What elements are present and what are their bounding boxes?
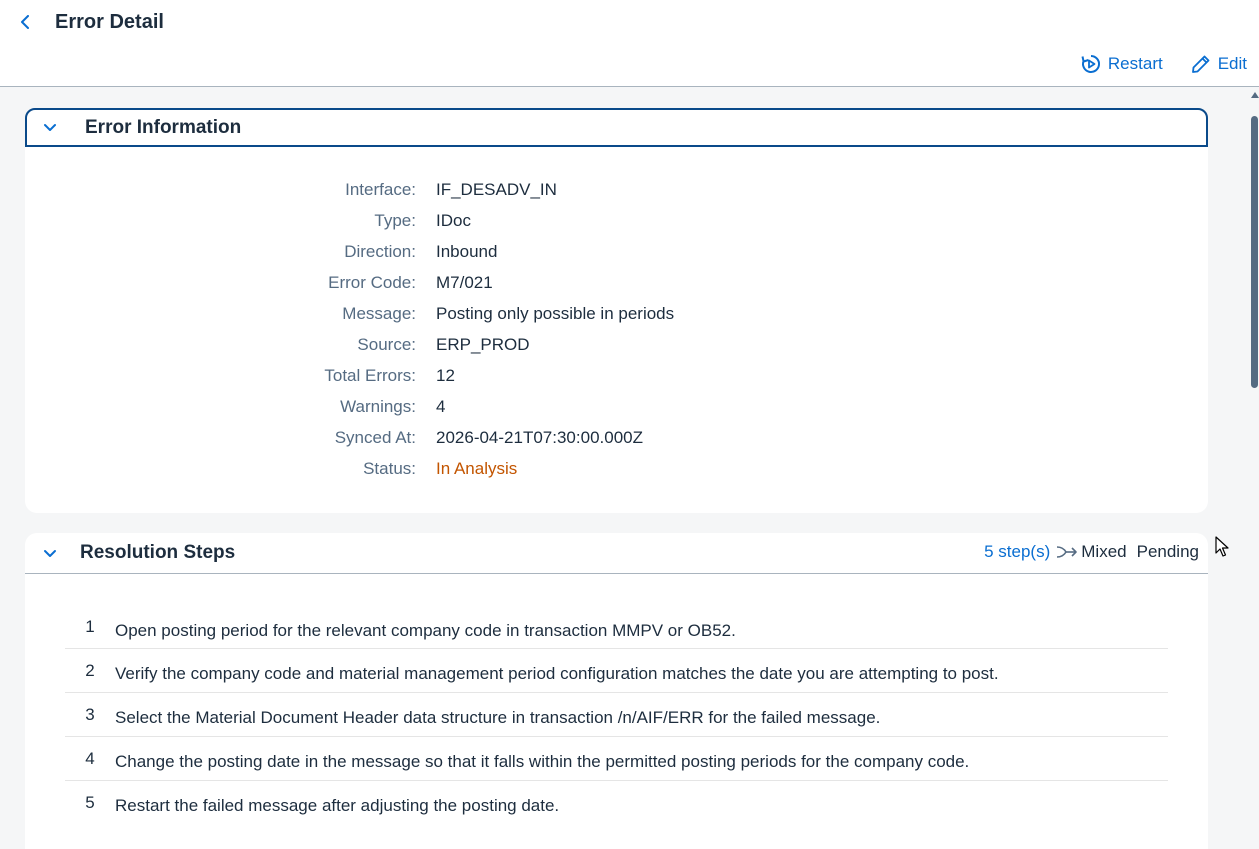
step-text: Select the Material Document Header data…	[115, 708, 881, 727]
field-label: Message:	[342, 304, 416, 323]
field-value: 12	[436, 366, 455, 385]
field-source: Source: ERP_PROD	[25, 335, 725, 366]
field-value: 4	[436, 397, 446, 416]
field-value: IF_DESADV_IN	[436, 180, 557, 199]
resolution-steps-panel: Resolution Steps 5 step(s) Mixed Pending…	[25, 533, 1208, 849]
resolution-steps-header[interactable]: Resolution Steps 5 step(s) Mixed Pending	[25, 533, 1208, 574]
field-label: Source:	[357, 335, 416, 354]
back-button[interactable]	[14, 10, 38, 34]
edit-button[interactable]: Edit	[1191, 54, 1247, 74]
mixed-label: Mixed	[1081, 542, 1127, 561]
field-value: ERP_PROD	[436, 335, 530, 354]
restart-label: Restart	[1107, 54, 1163, 73]
mixed-indicator: Mixed	[1056, 542, 1127, 562]
restart-button[interactable]: Restart	[1081, 54, 1163, 74]
field-value: 2026-04-21T07:30:00.000Z	[436, 428, 643, 447]
vertical-scrollbar[interactable]	[1250, 92, 1259, 849]
header-actions: Restart Edit	[1081, 54, 1247, 74]
page-header: Error Detail Restart Edit	[0, 0, 1259, 87]
step-text: Verify the company code and material man…	[115, 664, 999, 683]
page-content: Error Information Interface: IF_DESADV_I…	[0, 88, 1259, 849]
chevron-down-icon[interactable]	[41, 119, 59, 137]
scroll-up-arrow[interactable]	[1251, 92, 1259, 98]
field-synced-at: Synced At: 2026-04-21T07:30:00.000Z	[25, 428, 725, 459]
step-count-link[interactable]: 5 step(s)	[984, 542, 1050, 562]
field-error-code: Error Code: M7/021	[25, 273, 725, 304]
scrollbar-thumb[interactable]	[1251, 116, 1258, 388]
field-label: Interface:	[345, 180, 416, 199]
step-text: Change the posting date in the message s…	[115, 752, 970, 771]
field-value: IDoc	[436, 211, 471, 230]
resolution-steps-title: Resolution Steps	[80, 542, 236, 563]
step-number: 1	[85, 617, 95, 636]
step-text: Restart the failed message after adjusti…	[115, 796, 560, 815]
error-information-header[interactable]: Error Information	[25, 108, 1208, 147]
field-label: Total Errors:	[324, 366, 416, 385]
edit-label: Edit	[1217, 54, 1247, 73]
list-item: 4 Change the posting date in the message…	[65, 737, 1168, 781]
field-label: Error Code:	[328, 273, 416, 292]
step-number: 4	[85, 749, 95, 768]
field-status: Status: In Analysis	[25, 459, 725, 490]
field-label: Direction:	[344, 242, 416, 261]
pending-status: Pending	[1136, 542, 1199, 561]
field-label: Status:	[363, 459, 416, 478]
list-item: 2 Verify the company code and material m…	[65, 649, 1168, 693]
field-value: M7/021	[436, 273, 493, 292]
error-information-panel: Error Information Interface: IF_DESADV_I…	[25, 108, 1208, 513]
error-information-title: Error Information	[85, 117, 242, 138]
field-label: Synced At:	[334, 428, 416, 447]
step-number: 2	[85, 661, 95, 680]
field-type: Type: IDoc	[25, 211, 725, 242]
field-message: Message: Posting only possible in period…	[25, 304, 725, 335]
field-interface: Interface: IF_DESADV_IN	[25, 180, 725, 211]
list-item: 1 Open posting period for the relevant c…	[65, 605, 1168, 649]
step-number: 5	[85, 793, 95, 812]
list-item: 5 Restart the failed message after adjus…	[65, 781, 1168, 825]
field-direction: Direction: Inbound	[25, 242, 725, 273]
field-warnings: Warnings: 4	[25, 397, 725, 428]
step-text: Open posting period for the relevant com…	[115, 621, 736, 640]
field-value: Posting only possible in periods	[436, 304, 675, 323]
error-information-form: Interface: IF_DESADV_IN Type: IDoc Direc…	[25, 180, 725, 490]
restart-icon	[1081, 55, 1100, 73]
merge-arrow-icon	[1057, 546, 1078, 558]
chevron-down-icon[interactable]	[41, 545, 59, 563]
pencil-icon	[1191, 55, 1210, 73]
status-value: In Analysis	[436, 459, 518, 478]
steps-meta: 5 step(s) Mixed Pending	[984, 542, 1199, 562]
list-item: 3 Select the Material Document Header da…	[65, 693, 1168, 737]
chevron-left-icon	[21, 15, 29, 29]
page-title: Error Detail	[55, 11, 164, 33]
field-total-errors: Total Errors: 12	[25, 366, 725, 397]
resolution-steps-list: 1 Open posting period for the relevant c…	[65, 605, 1168, 825]
field-value: Inbound	[436, 242, 498, 261]
step-number: 3	[85, 705, 95, 724]
field-label: Warnings:	[340, 397, 416, 416]
field-label: Type:	[374, 211, 416, 230]
